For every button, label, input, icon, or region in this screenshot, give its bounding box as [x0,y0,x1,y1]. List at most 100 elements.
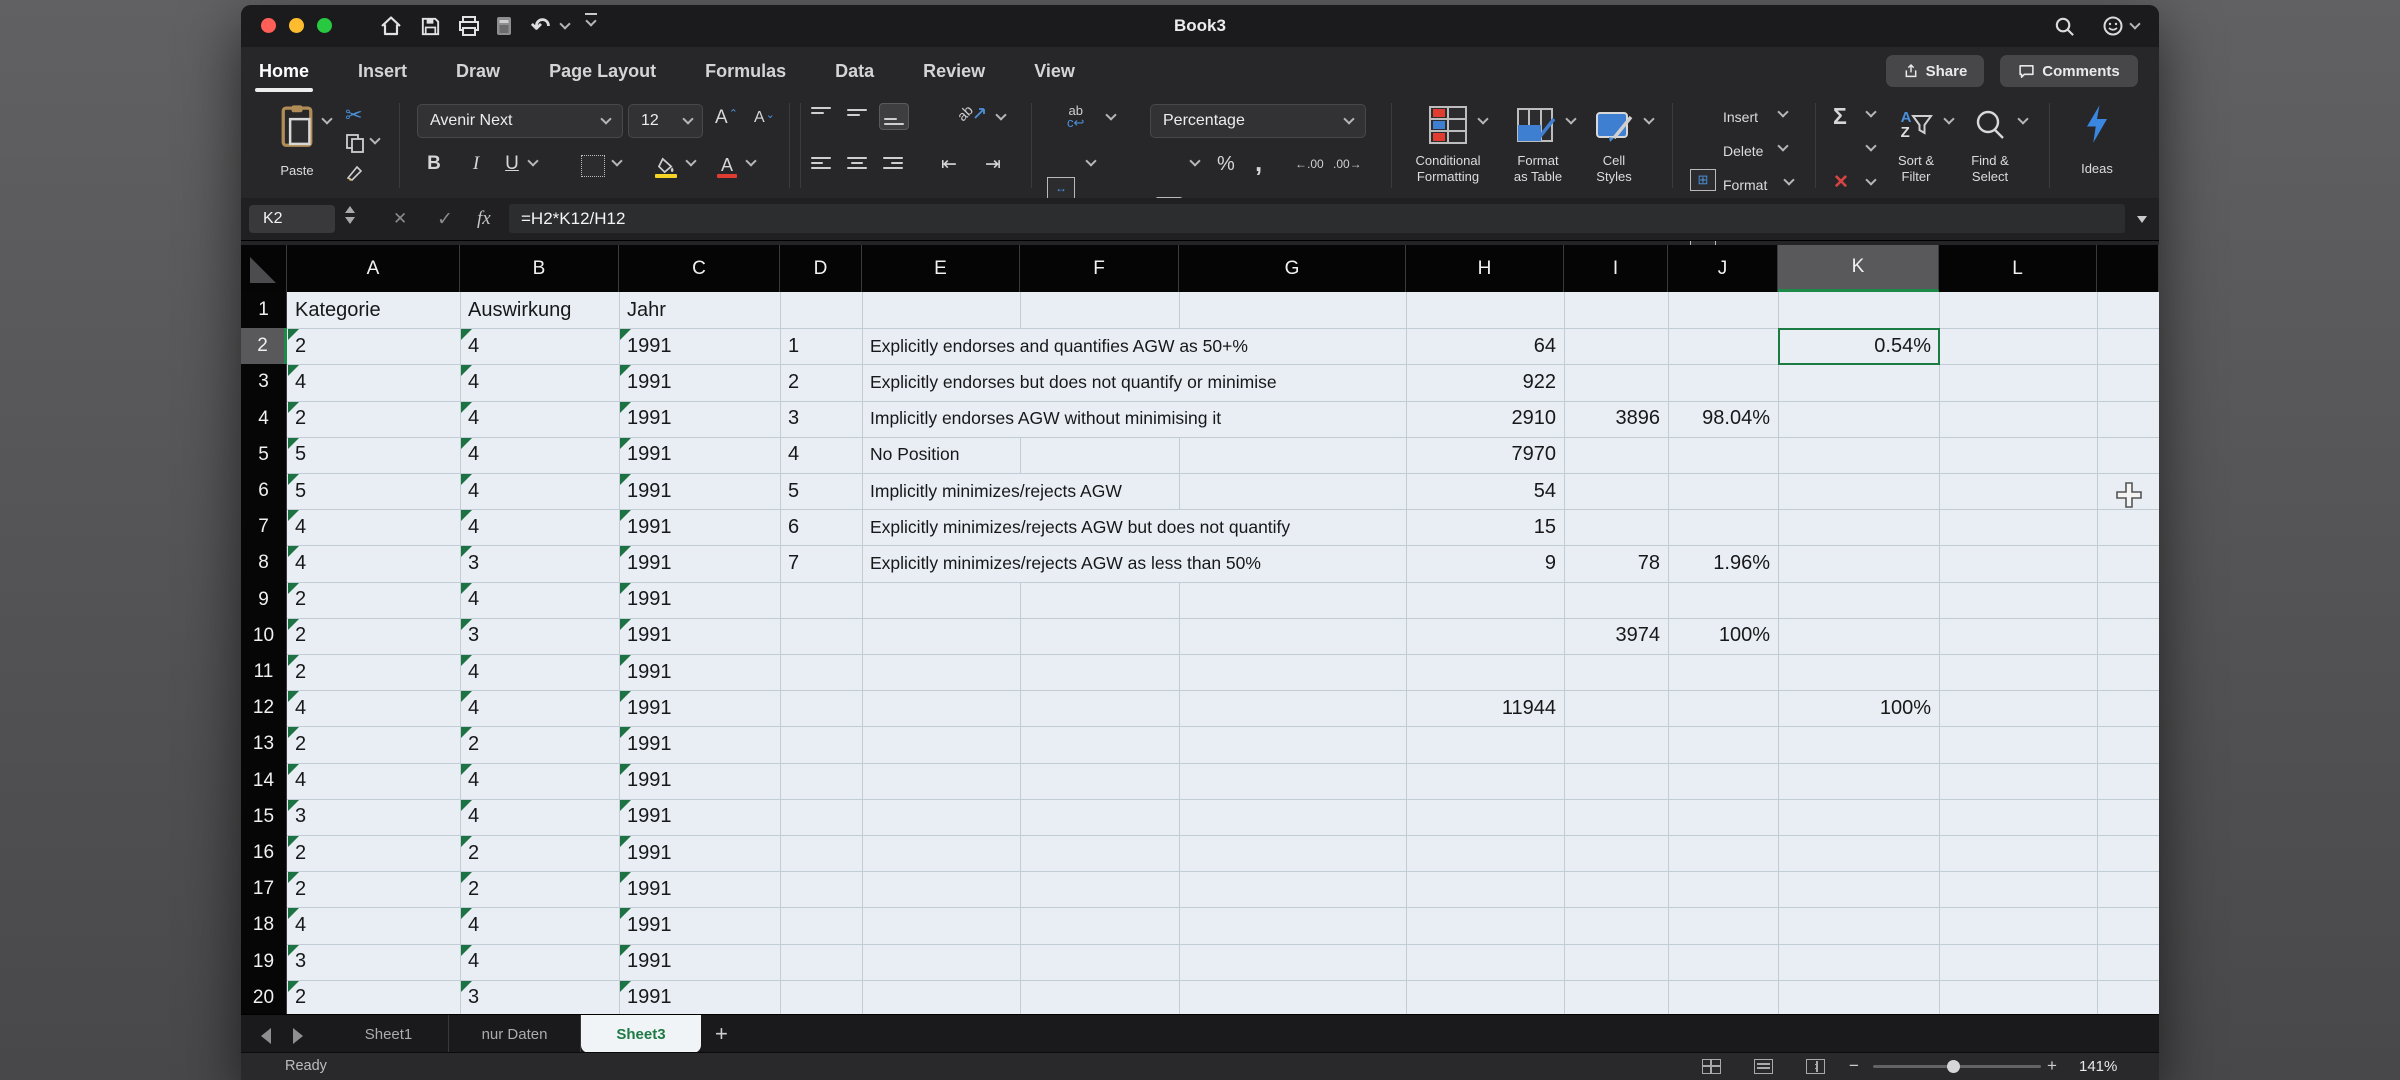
cell-C9[interactable]: 1991 [619,582,781,619]
view-page-break-icon[interactable] [1806,1059,1825,1074]
row-header-17[interactable]: 17 [241,871,287,908]
row-header-1[interactable]: 1 [241,292,287,329]
cell-F20[interactable] [1020,980,1180,1014]
cell-L1[interactable] [1939,292,2098,329]
cell-I12[interactable] [1564,690,1669,727]
cell-J11[interactable] [1668,654,1779,691]
percent-style-button[interactable]: % [1217,153,1235,176]
cell-A19[interactable]: 3 [287,944,461,981]
cell-F9[interactable] [1020,582,1180,619]
cell-A4[interactable]: 2 [287,401,461,438]
cell-L16[interactable] [1939,835,2098,872]
cell-K8[interactable] [1778,545,1940,582]
formula-input[interactable]: =H2*K12/H12 [509,204,2125,233]
cell-C19[interactable]: 1991 [619,944,781,981]
sheet-tab-nur-daten[interactable]: nur Daten [449,1015,581,1053]
borders-icon[interactable] [581,155,605,177]
cell-B13[interactable]: 2 [460,726,620,763]
cell-B14[interactable]: 4 [460,763,620,800]
cell-I16[interactable] [1564,835,1669,872]
cell-D7[interactable]: 6 [780,509,863,546]
sheet-tab-sheet1[interactable]: Sheet1 [329,1015,449,1053]
cell-G18[interactable] [1179,907,1407,944]
cell-B17[interactable]: 2 [460,871,620,908]
cell-H16[interactable] [1406,835,1565,872]
cell-G1[interactable] [1179,292,1407,329]
cell-D2[interactable]: 1 [780,328,863,365]
cell-L12[interactable] [1939,690,2098,727]
cell-I13[interactable] [1564,726,1669,763]
cell-D14[interactable] [780,763,863,800]
cell-J8[interactable]: 1.96% [1668,545,1779,582]
cell-E9[interactable] [862,582,1021,619]
cell-E15[interactable] [862,799,1021,836]
wrap-text-chevron-icon[interactable] [1107,115,1115,119]
cell-partial20[interactable] [2097,980,2159,1014]
column-header-partial[interactable] [2097,245,2159,292]
name-box[interactable]: K2 [249,205,335,233]
cell-partial16[interactable] [2097,835,2159,872]
cell-L3[interactable] [1939,364,2098,401]
cell-K11[interactable] [1778,654,1940,691]
cell-K10[interactable] [1778,618,1940,655]
row-header-6[interactable]: 6 [241,473,287,510]
cell-E11[interactable] [862,654,1021,691]
cell-L8[interactable] [1939,545,2098,582]
cell-F11[interactable] [1020,654,1180,691]
cell-B16[interactable]: 2 [460,835,620,872]
column-header-D[interactable]: D [780,245,862,292]
cell-G15[interactable] [1179,799,1407,836]
cell-partial13[interactable] [2097,726,2159,763]
fill-color-chevron-icon[interactable] [687,161,695,165]
cell-E8[interactable]: Explicitly minimizes/rejects AGW as less… [862,545,1407,582]
cell-K6[interactable] [1778,473,1940,510]
conditional-chevron-icon[interactable] [1479,119,1487,123]
cell-E2[interactable]: Explicitly endorses and quantifies AGW a… [862,328,1407,365]
cell-A5[interactable]: 5 [287,437,461,474]
zoom-in-icon[interactable]: + [2047,1056,2057,1076]
cell-I2[interactable] [1564,328,1669,365]
cell-C20[interactable]: 1991 [619,980,781,1014]
cell-L5[interactable] [1939,437,2098,474]
cell-J7[interactable] [1668,509,1779,546]
sort-filter-icon[interactable]: AZ [1894,103,1940,147]
cell-A10[interactable]: 2 [287,618,461,655]
cell-partial9[interactable] [2097,582,2159,619]
feedback-smiley-icon[interactable] [2101,13,2125,39]
cell-I11[interactable] [1564,654,1669,691]
cell-I5[interactable] [1564,437,1669,474]
cell-H20[interactable] [1406,980,1565,1014]
cell-E10[interactable] [862,618,1021,655]
cell-H13[interactable] [1406,726,1565,763]
cell-J20[interactable] [1668,980,1779,1014]
format-chevron-icon[interactable] [1785,180,1793,184]
cell-J17[interactable] [1668,871,1779,908]
column-header-G[interactable]: G [1179,245,1406,292]
cell-partial17[interactable] [2097,871,2159,908]
copy-chevron-icon[interactable] [371,139,379,143]
fill-chevron-icon[interactable] [1867,146,1875,150]
orientation-icon[interactable]: ab [957,105,987,121]
cell-B3[interactable]: 4 [460,364,620,401]
cell-J18[interactable] [1668,907,1779,944]
cell-C8[interactable]: 1991 [619,545,781,582]
cell-H12[interactable]: 11944 [1406,690,1565,727]
autosum-button[interactable]: Σ [1833,103,1847,130]
cell-E17[interactable] [862,871,1021,908]
cell-G9[interactable] [1179,582,1407,619]
merge-center-icon[interactable]: ↔ [1047,177,1075,199]
cell-C6[interactable]: 1991 [619,473,781,510]
format-painter-icon[interactable] [345,163,365,183]
column-header-H[interactable]: H [1406,245,1564,292]
cell-L15[interactable] [1939,799,2098,836]
cell-K12[interactable]: 100% [1778,690,1940,727]
cell-I19[interactable] [1564,944,1669,981]
cell-L14[interactable] [1939,763,2098,800]
ideas-icon[interactable] [2075,101,2119,147]
cell-K15[interactable] [1778,799,1940,836]
clear-chevron-icon[interactable] [1867,180,1875,184]
cell-I8[interactable]: 78 [1564,545,1669,582]
cell-G6[interactable] [1179,473,1407,510]
cell-G5[interactable] [1179,437,1407,474]
find-select-chevron-icon[interactable] [2019,119,2027,123]
